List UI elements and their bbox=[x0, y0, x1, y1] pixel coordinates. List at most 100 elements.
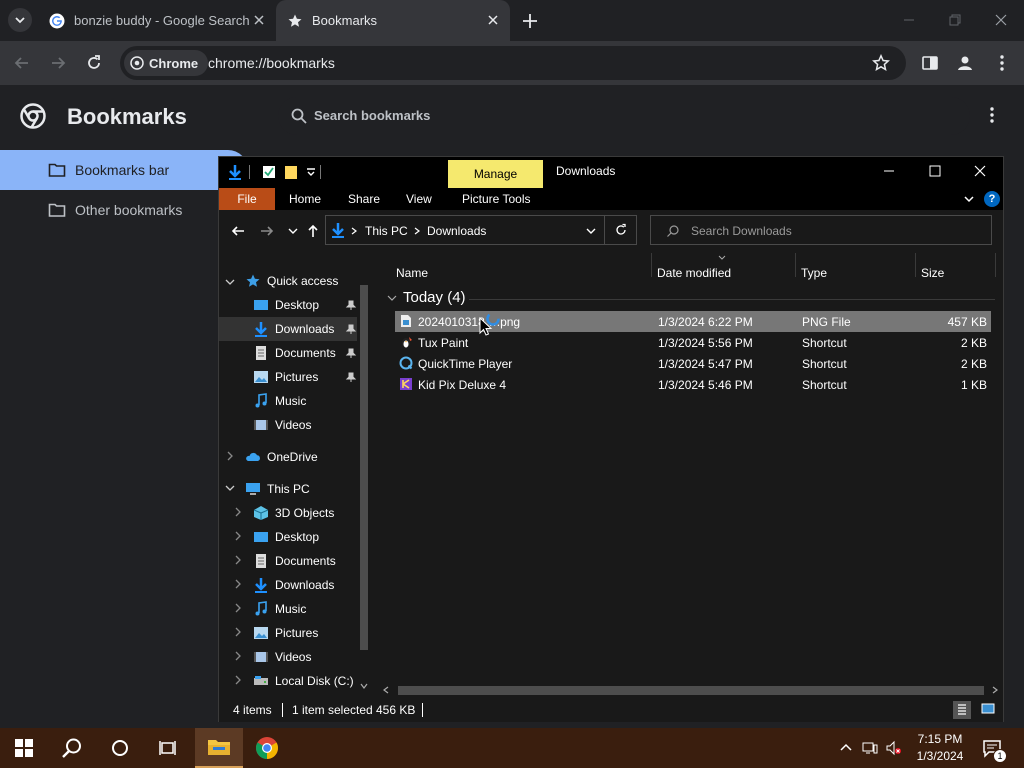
customize-quick-access-icon[interactable] bbox=[303, 164, 319, 180]
search-downloads-input[interactable]: Search Downloads bbox=[650, 215, 992, 245]
chevron-right-icon[interactable] bbox=[233, 579, 243, 589]
chevron-right-icon[interactable] bbox=[225, 451, 235, 461]
more-menu-icon[interactable] bbox=[992, 53, 1012, 73]
sidebar-item-bookmarks-bar[interactable]: Bookmarks bar bbox=[0, 150, 248, 190]
nav-quick-documents[interactable]: Documents bbox=[253, 341, 357, 365]
start-button[interactable] bbox=[0, 728, 48, 768]
nav-quick-music[interactable]: Music bbox=[253, 389, 357, 413]
horizontal-scrollbar-thumb[interactable] bbox=[398, 686, 984, 695]
omnibox[interactable]: Chrome chrome://bookmarks bbox=[120, 46, 906, 80]
more-options-icon[interactable] bbox=[982, 105, 1002, 125]
close-window-icon[interactable] bbox=[973, 164, 987, 178]
network-icon[interactable] bbox=[862, 740, 878, 756]
close-tab-icon[interactable] bbox=[252, 13, 266, 27]
reload-icon[interactable] bbox=[84, 53, 104, 73]
nav-this-pc[interactable]: This PC bbox=[245, 477, 357, 501]
breadcrumb-this-pc[interactable]: This PC bbox=[365, 224, 408, 238]
url-text[interactable]: chrome://bookmarks bbox=[208, 55, 335, 71]
tab-search-button[interactable] bbox=[8, 8, 32, 32]
large-icons-view-icon[interactable] bbox=[979, 701, 997, 719]
taskbar-file-explorer[interactable] bbox=[195, 728, 243, 768]
breadcrumb-downloads[interactable]: Downloads bbox=[427, 224, 486, 238]
site-info-chip[interactable]: Chrome bbox=[124, 50, 209, 76]
chevron-right-icon[interactable] bbox=[233, 627, 243, 637]
ribbon-tab-file[interactable]: File bbox=[219, 188, 275, 210]
back-arrow-icon[interactable] bbox=[12, 53, 32, 73]
nav-onedrive[interactable]: OneDrive bbox=[245, 445, 357, 469]
nav-quick-videos[interactable]: Videos bbox=[253, 413, 357, 437]
nav-scrollbar-thumb[interactable] bbox=[360, 285, 368, 650]
column-divider[interactable] bbox=[915, 253, 916, 277]
chevron-right-icon[interactable] bbox=[233, 555, 243, 565]
maximize-icon[interactable] bbox=[928, 164, 942, 178]
help-icon[interactable]: ? bbox=[984, 191, 1000, 207]
chevron-right-icon[interactable] bbox=[233, 651, 243, 661]
column-header-date-modified[interactable]: Date modified bbox=[657, 266, 731, 280]
chevron-down-icon[interactable] bbox=[225, 483, 235, 493]
nav-pc-videos[interactable]: Videos bbox=[253, 645, 357, 669]
nav-pc-documents[interactable]: Documents bbox=[253, 549, 357, 573]
file-row[interactable]: QuickTime Player 1/3/2024 5:47 PM Shortc… bbox=[395, 353, 991, 374]
column-header-name[interactable]: Name bbox=[396, 266, 428, 280]
scroll-left-arrow-icon[interactable] bbox=[382, 686, 390, 694]
chevron-up-icon[interactable] bbox=[838, 740, 854, 756]
minimize-icon[interactable] bbox=[902, 13, 916, 27]
address-bar[interactable]: This PC Downloads bbox=[325, 215, 637, 245]
new-tab-icon[interactable] bbox=[520, 11, 540, 31]
close-tab-icon[interactable] bbox=[486, 13, 500, 27]
scroll-right-arrow-icon[interactable] bbox=[991, 686, 999, 694]
up-arrow-icon[interactable] bbox=[305, 223, 321, 239]
ribbon-tab-share[interactable]: Share bbox=[348, 188, 380, 210]
chevron-right-icon[interactable] bbox=[233, 531, 243, 541]
restore-icon[interactable] bbox=[948, 13, 962, 27]
nav-quick-access[interactable]: Quick access bbox=[245, 269, 365, 293]
nav-pc-3d-objects[interactable]: 3D Objects bbox=[253, 501, 357, 525]
new-folder-icon[interactable] bbox=[283, 164, 299, 180]
expand-ribbon-icon[interactable] bbox=[963, 193, 975, 205]
task-view-button[interactable] bbox=[144, 728, 192, 768]
ribbon-tab-home[interactable]: Home bbox=[289, 188, 321, 210]
column-header-type[interactable]: Type bbox=[801, 266, 827, 280]
taskbar-chrome[interactable] bbox=[243, 728, 291, 768]
column-header-size[interactable]: Size bbox=[921, 266, 944, 280]
tab-google-search[interactable]: bonzie buddy - Google Search bbox=[40, 0, 276, 41]
column-divider[interactable] bbox=[995, 253, 996, 277]
file-row[interactable]: Kid Pix Deluxe 4 1/3/2024 5:46 PM Shortc… bbox=[395, 374, 991, 395]
group-header-today[interactable]: Today (4) bbox=[387, 289, 466, 306]
nav-quick-pictures[interactable]: Pictures bbox=[253, 365, 357, 389]
forward-arrow-icon[interactable] bbox=[259, 223, 275, 239]
chevron-right-icon[interactable] bbox=[233, 603, 243, 613]
column-divider[interactable] bbox=[795, 253, 796, 277]
volume-muted-icon[interactable] bbox=[886, 740, 902, 756]
profile-icon[interactable] bbox=[955, 53, 975, 73]
chevron-right-icon[interactable] bbox=[233, 507, 243, 517]
minimize-icon[interactable] bbox=[882, 164, 896, 178]
nav-quick-desktop[interactable]: Desktop bbox=[253, 293, 357, 317]
scroll-down-arrow-icon[interactable] bbox=[360, 682, 368, 690]
system-clock[interactable]: 7:15 PM 1/3/2024 bbox=[912, 731, 968, 765]
nav-quick-downloads[interactable]: Downloads bbox=[219, 317, 357, 341]
side-panel-icon[interactable] bbox=[920, 53, 940, 73]
cortana-button[interactable] bbox=[96, 728, 144, 768]
chevron-down-icon[interactable] bbox=[584, 224, 598, 238]
nav-pc-local-disk[interactable]: Local Disk (C:) bbox=[253, 669, 357, 693]
column-divider[interactable] bbox=[651, 253, 652, 277]
nav-pc-pictures[interactable]: Pictures bbox=[253, 621, 357, 645]
refresh-icon[interactable] bbox=[614, 223, 628, 237]
details-view-icon[interactable] bbox=[953, 701, 971, 719]
ribbon-tab-picture-tools[interactable]: Picture Tools bbox=[462, 188, 530, 210]
recent-locations-icon[interactable] bbox=[285, 223, 301, 239]
search-bookmarks-input[interactable]: Search bookmarks bbox=[278, 97, 970, 135]
search-button[interactable] bbox=[48, 728, 96, 768]
manage-tab[interactable]: Manage bbox=[448, 160, 543, 188]
nav-pc-music[interactable]: Music bbox=[253, 597, 357, 621]
tab-bookmarks[interactable]: Bookmarks bbox=[276, 0, 510, 41]
forward-arrow-icon[interactable] bbox=[48, 53, 68, 73]
bookmark-star-icon[interactable] bbox=[872, 54, 890, 72]
back-arrow-icon[interactable] bbox=[230, 223, 246, 239]
nav-pc-desktop[interactable]: Desktop bbox=[253, 525, 357, 549]
close-window-icon[interactable] bbox=[994, 13, 1008, 27]
ribbon-tab-view[interactable]: View bbox=[406, 188, 432, 210]
nav-pc-downloads[interactable]: Downloads bbox=[253, 573, 357, 597]
properties-icon[interactable] bbox=[261, 164, 277, 180]
